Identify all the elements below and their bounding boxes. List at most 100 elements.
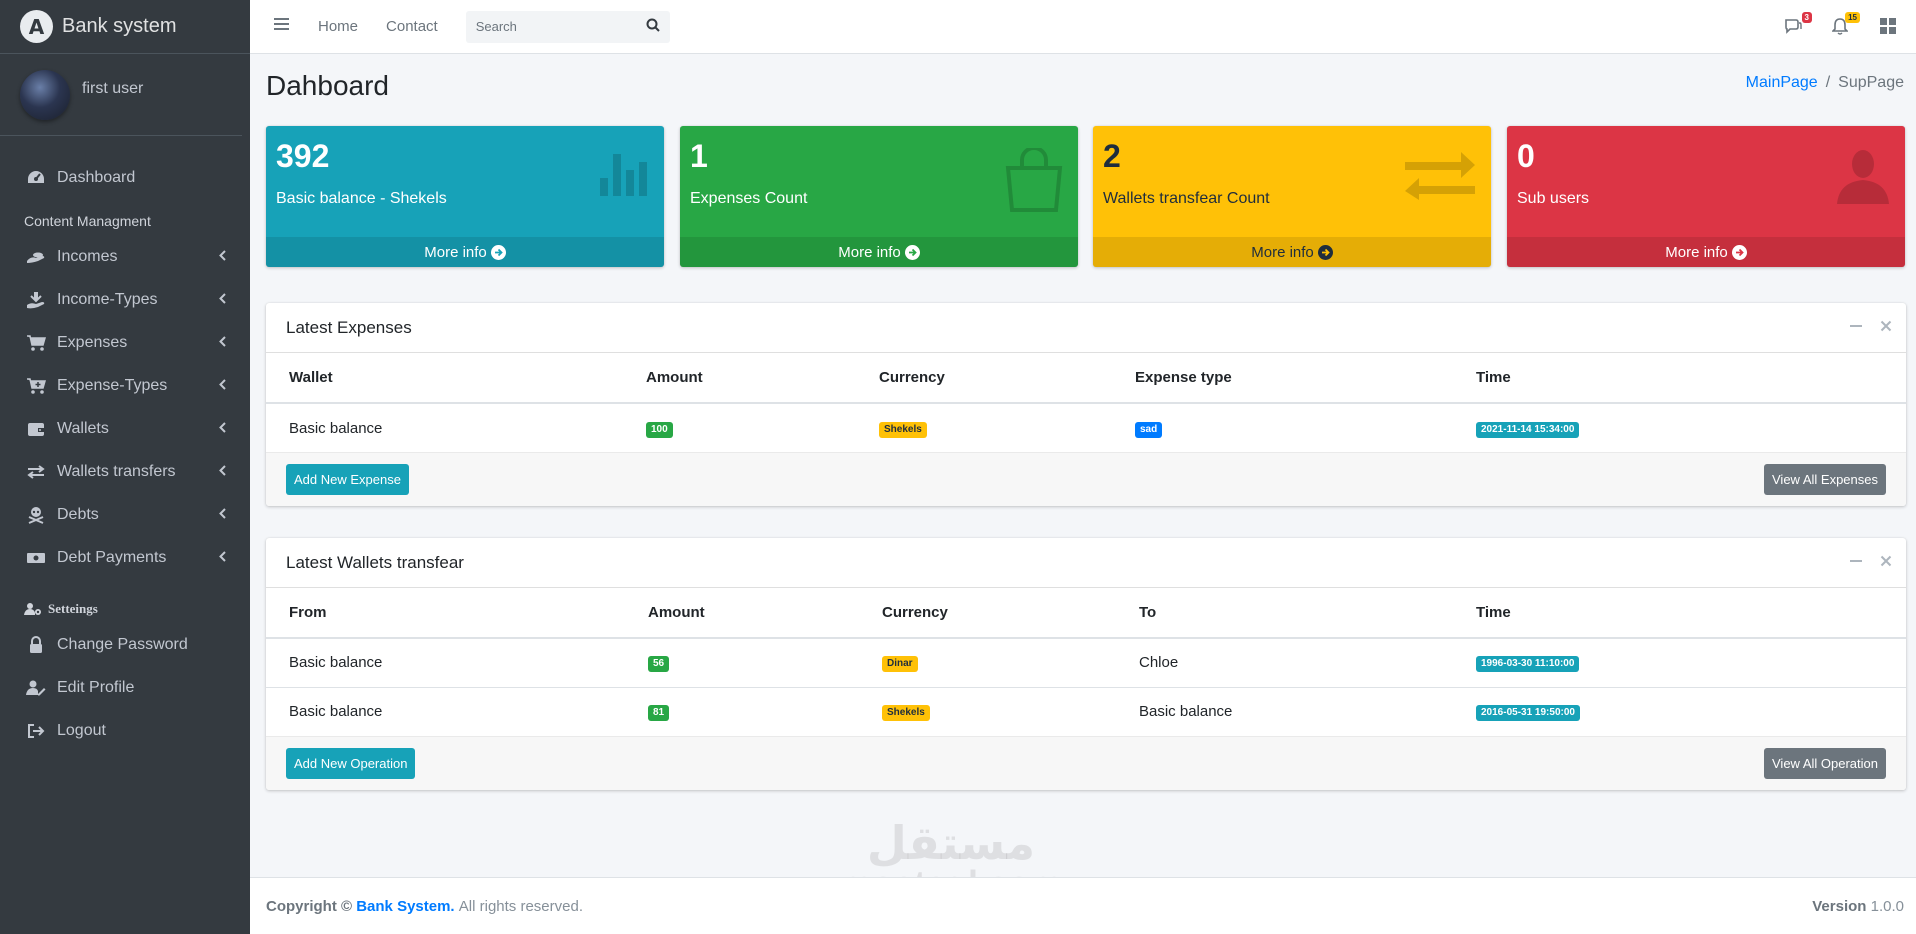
close-icon[interactable] — [1880, 554, 1892, 572]
stat-value: 1 — [690, 138, 708, 174]
more-info-link[interactable]: More info — [680, 237, 1078, 267]
add-new-operation-button[interactable]: Add New Operation — [286, 748, 416, 779]
stat-box-transfers: 2 Wallets transfear Count More info — [1093, 126, 1491, 267]
chevron-left-icon — [219, 420, 226, 438]
bell-icon[interactable]: 15 — [1831, 12, 1860, 36]
sidebar-item-edit-profile[interactable]: Edit Profile — [0, 666, 250, 709]
minus-icon[interactable] — [1850, 554, 1862, 572]
company-link[interactable]: Bank System. — [356, 898, 454, 915]
shopping-bag-icon — [1004, 146, 1064, 217]
column-header: Time — [1453, 588, 1906, 639]
messages-badge: 3 — [1801, 12, 1812, 23]
page-title: Dahboard — [266, 70, 389, 101]
stat-label: Wallets transfear Count — [1103, 190, 1270, 207]
arrow-circle-right-icon — [904, 244, 920, 260]
sidebar-item-dashboard[interactable]: Dashboard — [0, 156, 250, 199]
latest-expenses-card: Latest Expenses Wallet Amount Currency E… — [266, 303, 1906, 506]
chevron-left-icon — [219, 377, 226, 395]
search-input[interactable]: Search — [465, 10, 670, 43]
sidebar-item-label: Wallets — [57, 419, 109, 437]
page-footer: Copyright © Bank System. All rights rese… — [250, 877, 1916, 934]
sidebar-item-expense-types[interactable]: Expense-Types — [0, 364, 250, 407]
amount-badge: 100 — [646, 421, 673, 438]
sidebar-item-label: Debts — [57, 505, 99, 523]
transfers-table: From Amount Currency To Time Basic balan… — [266, 588, 1906, 736]
nav-contact-link[interactable]: Contact — [386, 18, 438, 35]
column-header: Amount — [625, 588, 859, 639]
table-row: Basic balance 56 Dinar Chloe 1996-03-30 … — [266, 638, 1906, 688]
time-badge: 2016-05-31 19:50:00 — [1476, 705, 1580, 722]
cell-from: Basic balance — [289, 703, 383, 721]
sidebar-section-settings: Setteings — [0, 579, 250, 623]
messages-icon[interactable]: 3 — [1784, 12, 1812, 36]
close-icon[interactable] — [1880, 319, 1892, 337]
column-header: To — [1116, 588, 1453, 639]
sidebar-item-income-types[interactable]: Income-Types — [0, 278, 250, 321]
sidebar-item-debt-payments[interactable]: Debt Payments — [0, 536, 250, 579]
table-row: Basic balance 100 Shekels sad 2021-11-14… — [266, 403, 1906, 452]
user-icon — [1835, 148, 1891, 209]
brand-logo: A — [20, 10, 53, 43]
sidebar-item-wallets[interactable]: Wallets — [0, 407, 250, 450]
sidebar-item-debts[interactable]: Debts — [0, 493, 250, 536]
minus-icon[interactable] — [1850, 319, 1862, 337]
card-tools — [1832, 303, 1892, 353]
user-panel[interactable]: first user — [0, 54, 242, 136]
bar-chart-icon — [598, 148, 650, 203]
chevron-left-icon — [219, 334, 226, 352]
amount-badge: 56 — [648, 656, 670, 673]
stat-label: Basic balance - Shekels — [276, 190, 447, 207]
top-navbar: Home Contact Search 3 15 — [250, 0, 1916, 54]
card-tools — [1832, 538, 1892, 588]
column-header: Currency — [859, 588, 1116, 639]
view-all-operation-button[interactable]: View All Operation — [1764, 748, 1886, 779]
sidebar-item-label: Change Password — [57, 635, 188, 653]
card-header: Latest Expenses — [266, 303, 1906, 353]
cart-icon — [25, 334, 47, 352]
chevron-left-icon — [219, 549, 226, 567]
currency-badge: Dinar — [882, 656, 918, 673]
breadcrumb-main-link[interactable]: MainPage — [1746, 74, 1818, 91]
sidebar-item-label: Incomes — [57, 247, 118, 265]
sidebar-item-label: Expense-Types — [57, 376, 168, 394]
nav-home-link[interactable]: Home — [318, 18, 358, 35]
sidebar-item-label: Wallets transfers — [57, 462, 176, 480]
latest-transfers-card: Latest Wallets transfear From Amount Cur… — [266, 538, 1906, 790]
sidebar-item-incomes[interactable]: Incomes — [0, 235, 250, 278]
sign-out-icon — [25, 723, 47, 739]
brand-link[interactable]: A Bank system — [0, 0, 250, 54]
sidebar-item-logout[interactable]: Logout — [0, 709, 250, 752]
tachometer-icon — [25, 170, 47, 186]
view-all-expenses-button[interactable]: View All Expenses — [1764, 464, 1886, 495]
add-new-expense-button[interactable]: Add New Expense — [286, 464, 409, 495]
arrow-circle-right-icon — [1731, 244, 1747, 260]
card-header: Latest Wallets transfear — [266, 538, 1906, 588]
sidebar-item-label: Dashboard — [57, 168, 136, 186]
stat-box-balance: 392 Basic balance - Shekels More info — [266, 126, 664, 267]
more-info-link[interactable]: More info — [266, 237, 664, 267]
sidebar-item-label: Debt Payments — [57, 548, 167, 566]
money-icon — [25, 551, 47, 565]
sidebar-item-label: Edit Profile — [57, 678, 135, 696]
column-header: Expense type — [1112, 353, 1453, 404]
search-icon[interactable] — [646, 18, 660, 35]
wallet-icon — [25, 421, 47, 437]
chevron-left-icon — [219, 248, 226, 266]
more-info-link[interactable]: More info — [1507, 237, 1905, 267]
sidebar-item-wallets-transfers[interactable]: Wallets transfers — [0, 450, 250, 493]
sidebar-nav: Dashboard Content Managment Incomes Inco… — [0, 136, 250, 752]
stat-label: Expenses Count — [690, 190, 808, 207]
menu-toggle-icon[interactable] — [274, 17, 290, 36]
time-badge: 2021-11-14 15:34:00 — [1476, 421, 1580, 438]
lock-icon — [25, 635, 47, 654]
sidebar-item-change-password[interactable]: Change Password — [0, 623, 250, 666]
brand-name: Bank system — [62, 15, 177, 37]
sidebar-item-expenses[interactable]: Expenses — [0, 321, 250, 364]
more-info-link[interactable]: More info — [1093, 237, 1491, 267]
sidebar-item-label: Expenses — [57, 333, 128, 351]
navbar-right: 3 15 — [1754, 0, 1898, 54]
user-name[interactable]: first user — [82, 80, 143, 98]
sidebar: A Bank system first user Dashboard Conte… — [0, 0, 250, 934]
grid-apps-icon[interactable] — [1880, 18, 1898, 36]
sidebar-item-label: Income-Types — [57, 290, 158, 308]
